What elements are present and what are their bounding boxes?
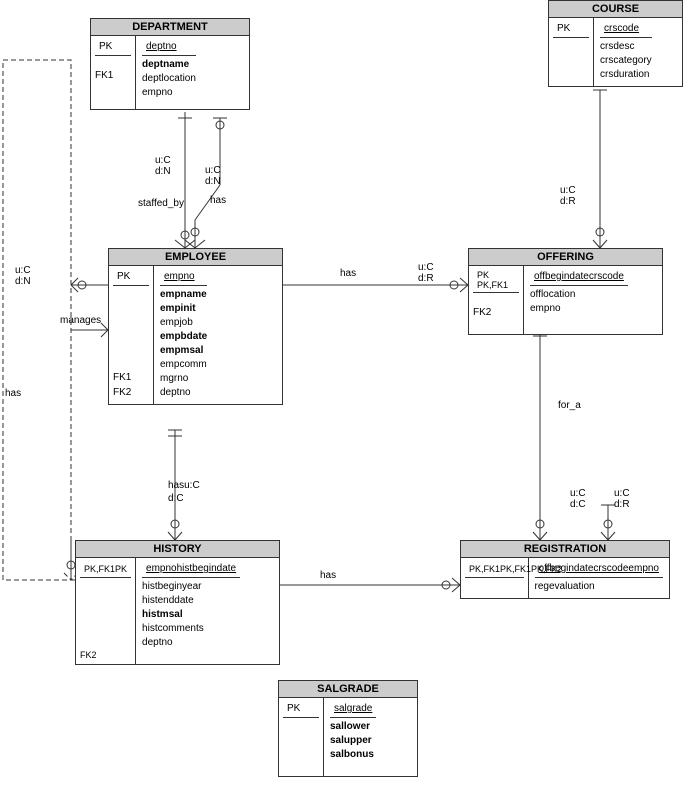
hist-pkfk1-label: PK,FK1	[84, 564, 115, 574]
hist-histenddate: histenddate	[142, 594, 240, 608]
entity-employee: EMPLOYEE PK FK1 FK2 empno empname empin	[108, 248, 283, 405]
label-has-left: has	[5, 388, 21, 399]
emp-empinit: empinit	[160, 302, 207, 316]
entity-course: COURSE PK crscode crsdesc crscategory cr…	[548, 0, 683, 87]
emp-empbdate: empbdate	[160, 330, 207, 344]
label-manages: manages	[60, 315, 101, 326]
entity-offering-title: OFFERING	[469, 249, 662, 266]
course-crscode: crscode	[604, 23, 639, 34]
label-uc-dr2: u:Cd:R	[614, 488, 630, 510]
entity-salgrade: SALGRADE PK salgrade sallower salupper s…	[278, 680, 418, 777]
offering-fk2-label: FK2	[473, 305, 519, 320]
emp-fk1-label: FK1	[113, 370, 149, 385]
label-dc: d:C	[168, 493, 184, 504]
emp-empjob: empjob	[160, 316, 207, 330]
offering-empno: empno	[530, 302, 628, 316]
emp-empcomm: empcomm	[160, 358, 207, 372]
entity-history-title: HISTORY	[76, 541, 279, 558]
dept-empno: empno	[142, 86, 196, 100]
emp-fk2-label: FK2	[113, 385, 149, 400]
sal-salupper: salupper	[330, 734, 376, 748]
dept-pk-label: PK	[95, 38, 131, 56]
emp-deptno: deptno	[160, 386, 207, 400]
reg-empno: empno	[628, 563, 659, 574]
hist-histcomments: histcomments	[142, 622, 240, 636]
entity-offering: OFFERING PKPK,FK1 FK2 offbegindate crsco…	[468, 248, 663, 335]
sal-pk-label: PK	[283, 700, 319, 718]
dept-deptlocation: deptlocation	[142, 72, 196, 86]
dept-deptname: deptname	[142, 58, 196, 72]
course-crscategory: crscategory	[600, 54, 652, 68]
label-uc-dr1: u:Cd:R	[418, 262, 434, 284]
label-for-a: for_a	[558, 400, 581, 411]
reg-crscode: crscode	[593, 563, 628, 574]
erd-diagram: staffed_by has has hasu:C d:C has for_a …	[0, 0, 690, 803]
emp-mgrno: mgrno	[160, 372, 207, 386]
label-uc-dn1: u:Cd:N	[155, 155, 171, 177]
course-crsdesc: crsdesc	[600, 40, 652, 54]
offering-pk-label: PKPK,FK1	[473, 268, 519, 293]
hist-histmsal: histmsal	[142, 608, 240, 622]
reg-pkfk1a-label: PK,FK1	[469, 564, 500, 574]
entity-department: DEPARTMENT PK FK1 deptno deptname deptlo…	[90, 18, 250, 110]
course-crsduration: crsduration	[600, 68, 652, 82]
label-uc-dc: u:Cd:C	[570, 488, 586, 510]
label-uc-dn-left: u:Cd:N	[15, 265, 31, 287]
hist-pk-label: PK	[115, 564, 127, 574]
reg-offbegindate: offbegindate	[539, 563, 594, 574]
hist-deptno: deptno	[142, 636, 240, 650]
sal-salbonus: salbonus	[330, 748, 376, 762]
emp-empmsal: empmsal	[160, 344, 207, 358]
hist-fk2-label: FK2	[80, 648, 131, 662]
offering-offbegindate: offbegindate	[534, 271, 589, 282]
dept-deptno: deptno	[146, 41, 177, 52]
course-pk-label: PK	[553, 20, 589, 38]
label-has-emp-off: has	[340, 268, 356, 279]
label-hasu: hasu:C	[168, 480, 200, 491]
offering-crscode: crscode	[589, 271, 624, 282]
label-has-hist: has	[320, 570, 336, 581]
dept-fk1-label: FK1	[95, 68, 131, 83]
hist-empno: empno	[146, 563, 177, 574]
entity-employee-title: EMPLOYEE	[109, 249, 282, 266]
label-staffed-by: staffed_by	[138, 198, 184, 209]
entity-registration-title: REGISTRATION	[461, 541, 669, 558]
hist-histbegindate: histbegindate	[177, 563, 237, 574]
entity-course-title: COURSE	[549, 1, 682, 18]
hist-histbeginyear: histbeginyear	[142, 580, 240, 594]
sal-salgrade: salgrade	[334, 703, 372, 714]
sal-sallower: sallower	[330, 720, 376, 734]
label-has-dept: has	[210, 195, 226, 206]
emp-empname: empname	[160, 288, 207, 302]
entity-salgrade-title: SALGRADE	[279, 681, 417, 698]
label-uc-dn2: u:Cd:N	[205, 165, 221, 187]
offering-offlocation: offlocation	[530, 288, 628, 302]
reg-regevaluation: regevaluation	[535, 580, 663, 594]
emp-empno: empno	[164, 271, 195, 282]
entity-history: HISTORY PK,FK1 PK FK2 empno histbegindat…	[75, 540, 280, 665]
reg-pkfk1b-label: PK,FK1	[500, 564, 531, 574]
entity-department-title: DEPARTMENT	[91, 19, 249, 36]
label-uc-dr3: u:Cd:R	[560, 185, 576, 207]
emp-pk-label: PK	[113, 268, 149, 286]
entity-registration: REGISTRATION PK,FK1 PK,FK1 PK,FK2 offbeg…	[460, 540, 670, 599]
